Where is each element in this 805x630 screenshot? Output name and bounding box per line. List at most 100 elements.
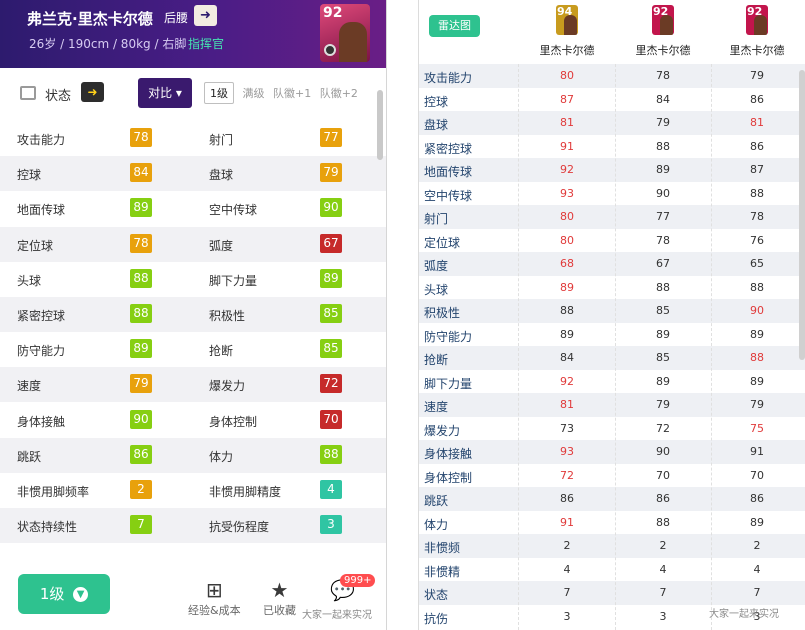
status-arrow-button[interactable]: ➜ [81, 82, 104, 102]
stat-value: 77 [656, 210, 670, 223]
stat-name: 头球 [424, 282, 449, 297]
comparison-row: 紧密控球 91 88 86 [419, 135, 805, 159]
stat-name: 非惯频 [424, 541, 461, 555]
favorite-button[interactable]: ★ 已收藏 [263, 578, 296, 618]
stat-value: 88 [750, 351, 764, 364]
column-divider [711, 64, 712, 630]
stat-row: 攻击能力 78 射门 77 [0, 121, 386, 156]
stat-value: 89 [656, 374, 670, 388]
stat-value-badge: 85 [320, 339, 342, 359]
player-detail-panel: 弗兰克·里杰卡尔德 后腰 ➜ 26岁 / 190cm / 80kg / 右脚 指… [0, 0, 387, 630]
stat-value: 79 [750, 69, 764, 82]
stat-row: 状态持续性 7 抗受伤程度 3 [0, 508, 386, 544]
stat-name: 盘球 [424, 118, 449, 132]
stat-value: 81 [750, 116, 764, 129]
stat-value: 76 [750, 233, 764, 247]
stat-value: 72 [656, 421, 670, 435]
stat-name: 弧度 [209, 238, 234, 253]
stat-value: 4 [563, 562, 571, 576]
stat-value: 89 [750, 327, 764, 341]
comparison-row: 状态 7 7 7 [419, 581, 805, 605]
level-option[interactable]: 满级 [243, 85, 265, 101]
comparison-row: 抢断 84 85 88 [419, 346, 805, 370]
stat-value: 88 [750, 186, 764, 200]
stat-value: 90 [750, 304, 764, 317]
stat-value: 86 [656, 492, 670, 505]
stat-name: 紧密控球 [424, 141, 473, 156]
comparison-row: 身体接触 93 90 91 [419, 440, 805, 464]
notification-badge: 999+ [340, 574, 376, 587]
player-card[interactable]: 92 [746, 5, 768, 35]
stat-name: 脚下力量 [424, 376, 473, 391]
stat-value: 90 [656, 445, 670, 458]
stat-value: 3 [659, 609, 667, 623]
level-option[interactable]: 1级 [204, 82, 234, 104]
level-option[interactable]: 队徽+1 [273, 85, 311, 101]
player-portrait [754, 15, 767, 35]
comparison-row: 空中传球 93 90 88 [419, 182, 805, 206]
stat-value: 86 [750, 492, 764, 505]
stat-value: 88 [750, 280, 764, 294]
stat-name: 抗伤 [424, 611, 449, 626]
stat-value: 85 [656, 351, 670, 364]
stat-name: 爆发力 [209, 379, 246, 394]
column-divider [615, 64, 616, 630]
stat-row: 地面传球 89 空中传球 90 [0, 191, 386, 226]
stat-row: 头球 88 脚下力量 89 [0, 262, 386, 297]
level-option[interactable]: 队徽+2 [320, 85, 358, 101]
stat-name: 抢断 [424, 353, 449, 367]
position-arrow-icon[interactable]: ➜ [194, 5, 217, 26]
scrollbar[interactable] [377, 90, 383, 160]
stat-value: 81 [560, 116, 574, 129]
stat-value: 80 [560, 69, 574, 82]
level-button[interactable]: 1级 ▼ [18, 574, 110, 614]
stat-name: 跳跃 [17, 449, 42, 464]
stat-row: 非惯用脚频率 2 非惯用脚精度 4 [0, 473, 386, 508]
player-card[interactable]: 92 [652, 5, 674, 35]
stat-value: 79 [656, 398, 670, 411]
player-portrait [564, 15, 577, 35]
stat-value: 7 [659, 586, 667, 599]
scrollbar[interactable] [799, 70, 805, 360]
stat-value-badge: 89 [130, 198, 152, 218]
player-portrait [339, 22, 367, 62]
stat-name: 攻击能力 [17, 133, 66, 147]
exp-cost-label: 经验&成本 [188, 604, 241, 617]
column-divider [518, 64, 519, 630]
stat-value-badge: 88 [130, 304, 152, 323]
stat-name: 空中传球 [209, 203, 258, 218]
stat-value-badge: 78 [130, 233, 152, 253]
stat-value: 89 [656, 163, 670, 176]
compare-dropdown[interactable]: 对比 ▾ [138, 78, 192, 108]
stat-value: 75 [750, 421, 764, 435]
stat-value-badge: 86 [130, 444, 152, 464]
comparison-row: 身体控制 72 70 70 [419, 464, 805, 488]
player-portrait [660, 15, 673, 35]
stat-value-badge: 79 [320, 163, 342, 183]
stat-value-badge: 4 [320, 480, 342, 499]
stat-name: 速度 [424, 400, 449, 414]
stat-value: 2 [753, 539, 761, 552]
player-card[interactable]: 94 [556, 5, 578, 35]
stat-value: 7 [753, 586, 761, 599]
stat-name: 跳跃 [424, 494, 449, 508]
stat-name: 积极性 [209, 309, 246, 323]
comparison-row: 射门 80 77 78 [419, 205, 805, 229]
radar-chart-button[interactable]: 雷达图 [429, 15, 480, 37]
comparison-row: 非惯精 4 4 4 [419, 558, 805, 582]
plus-minus-icon: ⊞ [205, 578, 223, 602]
stat-row: 跳跃 86 体力 88 [0, 437, 386, 473]
stat-value: 88 [656, 280, 670, 294]
player-card[interactable]: 92 [320, 4, 370, 62]
stat-value: 2 [659, 539, 667, 552]
stat-value-badge: 3 [320, 515, 342, 535]
stat-value-badge: 85 [320, 304, 342, 323]
stat-value-badge: 72 [320, 374, 342, 394]
stat-value: 92 [560, 163, 574, 176]
exp-cost-button[interactable]: ⊞ 经验&成本 [188, 578, 241, 618]
stat-value-badge: 7 [130, 515, 152, 535]
stat-value: 4 [659, 562, 667, 576]
stat-value-badge: 88 [320, 444, 342, 464]
stat-value: 91 [560, 139, 574, 153]
player-info: 26岁 / 190cm / 80kg / 右脚 [29, 37, 187, 51]
